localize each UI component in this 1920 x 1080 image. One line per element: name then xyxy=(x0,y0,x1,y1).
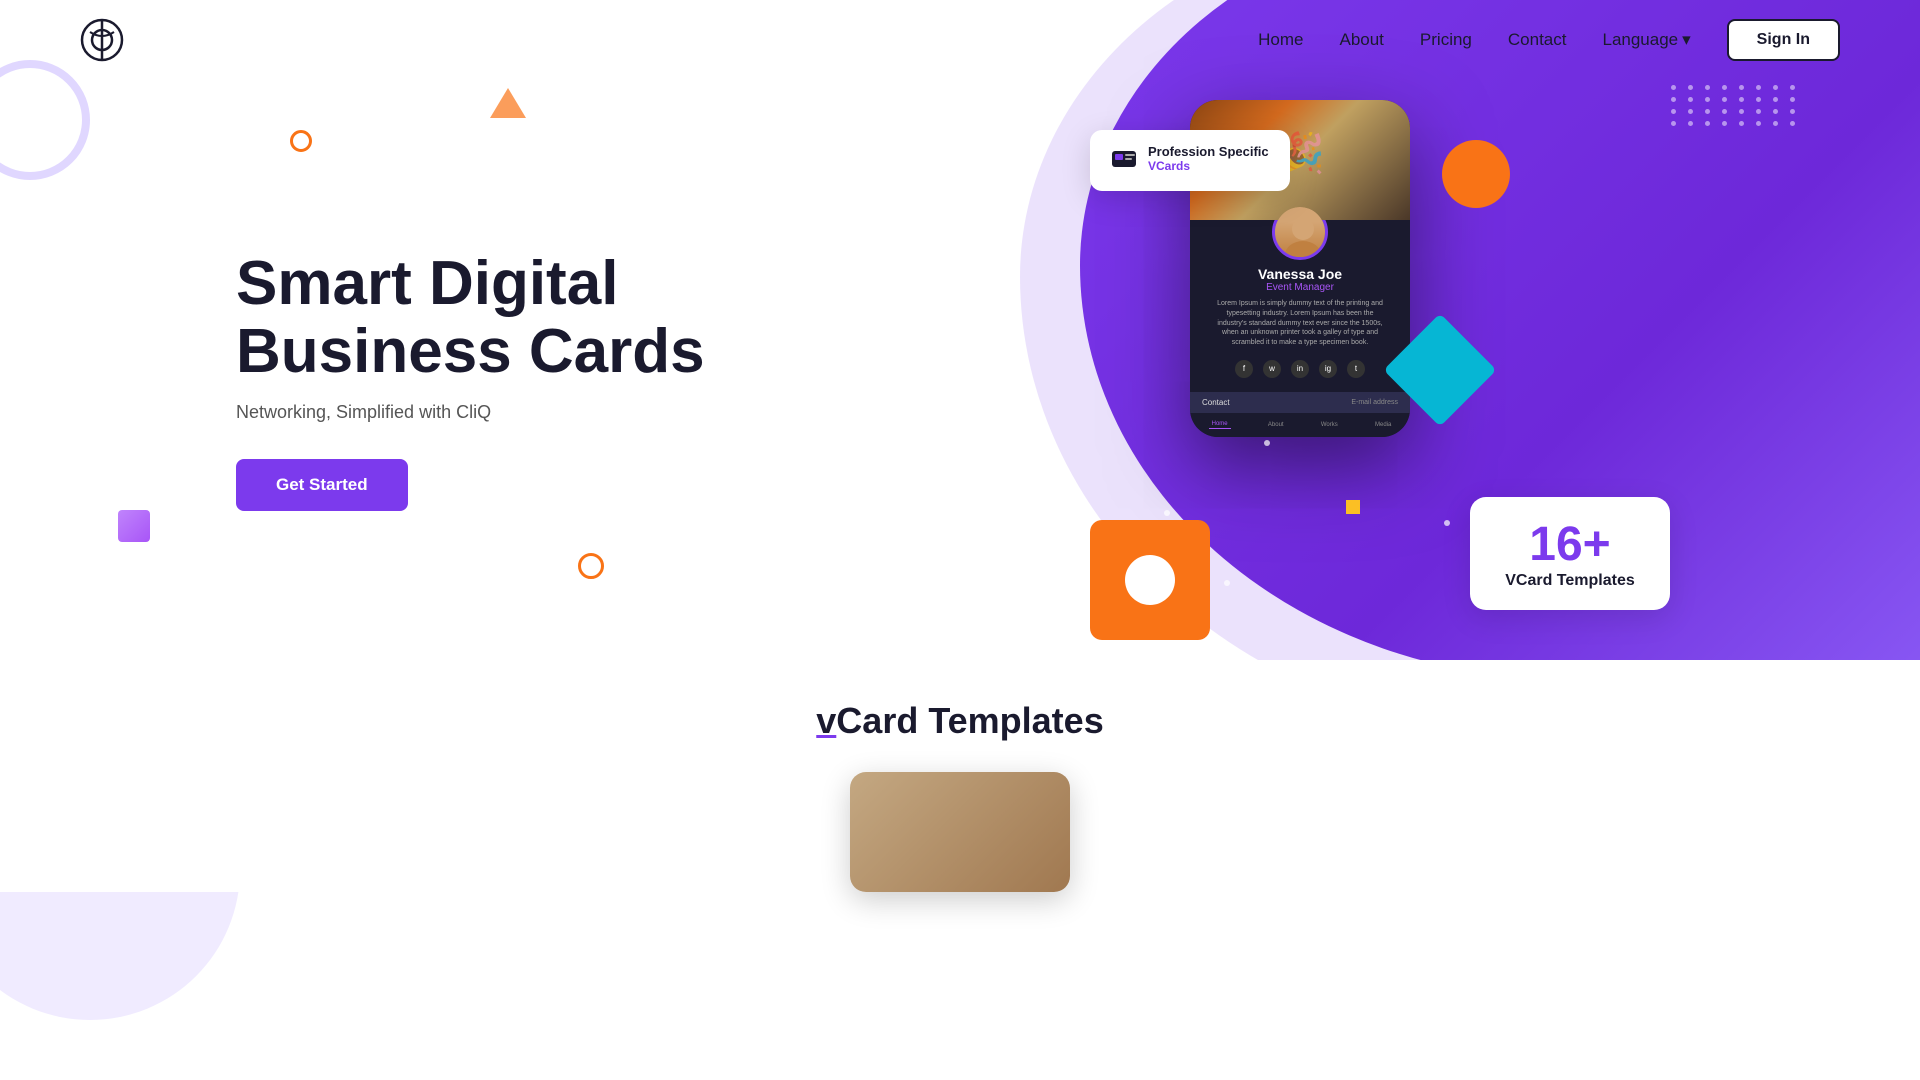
phone-description: Lorem Ipsum is simply dummy text of the … xyxy=(1206,299,1394,348)
card-preview-area xyxy=(0,772,1920,892)
nav-contact[interactable]: Contact xyxy=(1508,30,1567,50)
phone-profile-section: Vanessa Joe Event Manager Lorem Ipsum is… xyxy=(1190,220,1410,392)
phone-social-links: f w in ig t xyxy=(1235,354,1365,384)
section-title: vCard Templates xyxy=(816,700,1103,742)
nav-home[interactable]: Home xyxy=(1258,30,1303,50)
deco-orange-circle-bottom xyxy=(578,553,604,579)
templates-label: VCard Templates xyxy=(1500,572,1640,590)
deco-orange-big-circle xyxy=(1442,140,1510,208)
avatar xyxy=(1272,204,1328,260)
phone-bottom-tabs: Home About Works Media xyxy=(1190,413,1410,437)
orange-card-white-circle xyxy=(1125,555,1175,605)
hero-section: Smart Digital Business Cards Networking,… xyxy=(0,0,1920,680)
phone-tab-works: Works xyxy=(1321,422,1338,428)
profession-badge: Profession Specific VCards xyxy=(1090,130,1290,191)
section-title-v: v xyxy=(816,700,836,741)
deco-dots-grid xyxy=(1671,85,1800,126)
card-preview-thumbnail xyxy=(850,772,1070,892)
templates-count: 16+ xyxy=(1500,517,1640,572)
hero-subtitle: Networking, Simplified with CliQ xyxy=(236,402,796,423)
bottom-section: vCard Templates xyxy=(0,660,1920,892)
templates-badge: 16+ VCard Templates xyxy=(1470,497,1670,610)
nav-about[interactable]: About xyxy=(1339,30,1383,50)
chevron-down-icon: ▾ xyxy=(1682,30,1691,50)
instagram-icon: ig xyxy=(1319,360,1337,378)
hero-text-block: Smart Digital Business Cards Networking,… xyxy=(236,250,796,511)
phone-person-role: Event Manager xyxy=(1266,282,1334,293)
phone-tab-home: Home xyxy=(1209,420,1231,429)
contact-label: Contact xyxy=(1202,398,1230,407)
section-title-wrapper: vCard Templates xyxy=(0,700,1920,742)
phone-person-name: Vanessa Joe xyxy=(1258,266,1342,282)
phone-contact-bar: Contact E-mail address xyxy=(1190,392,1410,413)
linkedin-icon: in xyxy=(1291,360,1309,378)
deco-purple-square xyxy=(118,510,150,542)
badge-vcard-title: Profession Specific xyxy=(1148,144,1269,159)
avatar-svg xyxy=(1275,207,1328,260)
sign-in-button[interactable]: Sign In xyxy=(1727,19,1840,61)
navbar: Home About Pricing Contact Language ▾ Si… xyxy=(0,0,1920,80)
logo-icon xyxy=(80,18,124,62)
phone-tab-about: About xyxy=(1268,422,1284,428)
language-selector[interactable]: Language ▾ xyxy=(1602,30,1690,50)
deco-yellow-square xyxy=(1346,500,1360,514)
facebook-icon: f xyxy=(1235,360,1253,378)
deco-orange-circle xyxy=(290,130,312,152)
badge-vcard-icon xyxy=(1110,145,1138,173)
section-title-main: Card Templates xyxy=(836,700,1103,741)
whatsapp-icon: w xyxy=(1263,360,1281,378)
contact-field-label: E-mail address xyxy=(1351,399,1398,406)
deco-white-dot-1 xyxy=(1264,440,1270,446)
deco-triangle-icon xyxy=(490,88,526,118)
hero-title: Smart Digital Business Cards xyxy=(236,250,796,386)
phone-tab-media: Media xyxy=(1375,422,1391,428)
nav-pricing[interactable]: Pricing xyxy=(1420,30,1472,50)
logo[interactable] xyxy=(80,18,124,62)
get-started-button[interactable]: Get Started xyxy=(236,459,408,511)
deco-white-dot-4 xyxy=(1224,580,1230,586)
deco-white-dot-3 xyxy=(1164,510,1170,516)
phone-mockup-area: Profession Specific VCards xyxy=(1090,100,1510,620)
orange-card xyxy=(1090,520,1210,640)
avatar-image xyxy=(1275,207,1325,257)
twitter-icon: t xyxy=(1347,360,1365,378)
nav-links: Home About Pricing Contact Language ▾ Si… xyxy=(1258,19,1840,61)
badge-vcard-sub: VCards xyxy=(1148,159,1269,173)
deco-white-dot-2 xyxy=(1444,520,1450,526)
